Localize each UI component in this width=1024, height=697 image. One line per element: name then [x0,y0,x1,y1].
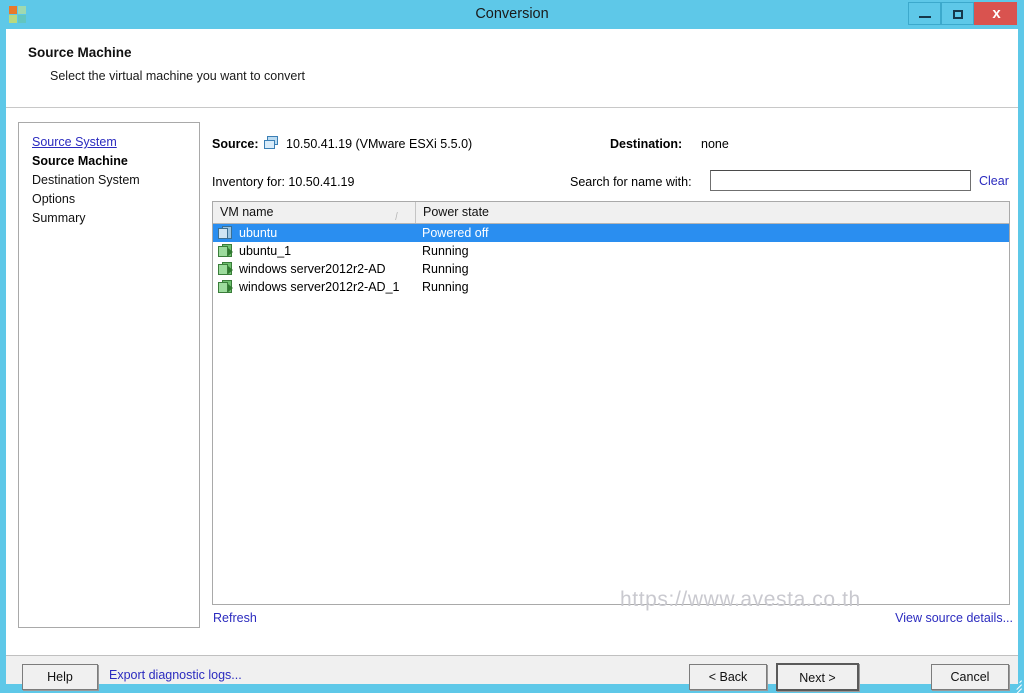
cancel-button[interactable]: Cancel [931,664,1009,690]
cell-vm-name: ubuntu_1 [239,242,291,260]
sidebar-item-source-machine[interactable]: Source Machine [32,154,128,168]
help-button[interactable]: Help [22,664,98,690]
cell-power-state: Powered off [422,224,488,242]
title-bar: Conversion x [0,0,1024,29]
close-button[interactable]: x [974,2,1017,25]
back-button[interactable]: < Back [689,664,767,690]
cell-vm-name: ubuntu [239,224,277,242]
source-machine-pane: Source: 10.50.41.19 (VMware ESXi 5.5.0) … [202,109,1018,655]
column-header-vm-name[interactable]: VM name / [213,202,416,223]
client-area: Source Machine Select the virtual machin… [6,29,1018,684]
search-input[interactable] [710,170,971,191]
cell-vm-name: windows server2012r2-AD_1 [239,278,400,296]
sidebar-item-destination-system[interactable]: Destination System [32,173,140,187]
esxi-host-icon [264,136,279,150]
close-icon: x [975,3,1018,24]
page-title: Source Machine [28,45,132,60]
table-row[interactable]: ubuntu Powered off [213,224,1009,242]
view-source-details-link[interactable]: View source details... [895,611,1013,625]
table-row[interactable]: windows server2012r2-AD Running [213,260,1009,278]
destination-label: Destination: [610,137,682,151]
sidebar-item-source-system[interactable]: Source System [32,135,117,149]
minimize-button[interactable] [908,2,941,25]
source-value: 10.50.41.19 (VMware ESXi 5.5.0) [286,137,472,151]
vm-running-icon [218,280,233,294]
table-row[interactable]: ubuntu_1 Running [213,242,1009,260]
vm-powered-off-icon [218,226,233,240]
clear-search-link[interactable]: Clear [979,174,1009,188]
wizard-steps-sidebar: Source System Source Machine Destination… [18,122,200,628]
cell-power-state: Running [422,242,469,260]
source-label: Source: [212,137,259,151]
column-header-vm-name-label: VM name [220,205,274,219]
sidebar-item-summary[interactable]: Summary [32,211,85,225]
conversion-window: Conversion x Source Machine Select the v… [0,0,1024,693]
cell-power-state: Running [422,278,469,296]
cell-power-state: Running [422,260,469,278]
window-title: Conversion [0,0,1024,29]
maximize-icon [953,10,963,19]
table-body: ubuntu Powered off ubuntu_1 Running [213,224,1009,296]
column-header-power-state[interactable]: Power state [416,202,1009,223]
vm-running-icon [218,262,233,276]
vm-running-icon [218,244,233,258]
column-header-power-state-label: Power state [423,205,489,219]
dialog-button-bar: Help Export diagnostic logs... < Back Ne… [6,655,1018,684]
table-row[interactable]: windows server2012r2-AD_1 Running [213,278,1009,296]
export-diagnostic-logs-link[interactable]: Export diagnostic logs... [109,668,242,682]
minimize-icon [919,16,931,18]
refresh-link[interactable]: Refresh [213,611,257,625]
inventory-label: Inventory for: 10.50.41.19 [212,175,354,189]
body-area: Source System Source Machine Destination… [6,109,1018,655]
page-subtitle: Select the virtual machine you want to c… [50,69,305,83]
maximize-button[interactable] [941,2,974,25]
sidebar-item-options[interactable]: Options [32,192,75,206]
vm-inventory-table[interactable]: VM name / Power state ubuntu [212,201,1010,605]
resize-grip[interactable] [1008,677,1022,691]
search-label: Search for name with: [570,175,692,189]
destination-value: none [701,137,729,151]
table-header-row: VM name / Power state [213,202,1009,224]
page-header: Source Machine Select the virtual machin… [6,29,1018,108]
cell-vm-name: windows server2012r2-AD [239,260,386,278]
next-button[interactable]: Next > [776,663,859,691]
